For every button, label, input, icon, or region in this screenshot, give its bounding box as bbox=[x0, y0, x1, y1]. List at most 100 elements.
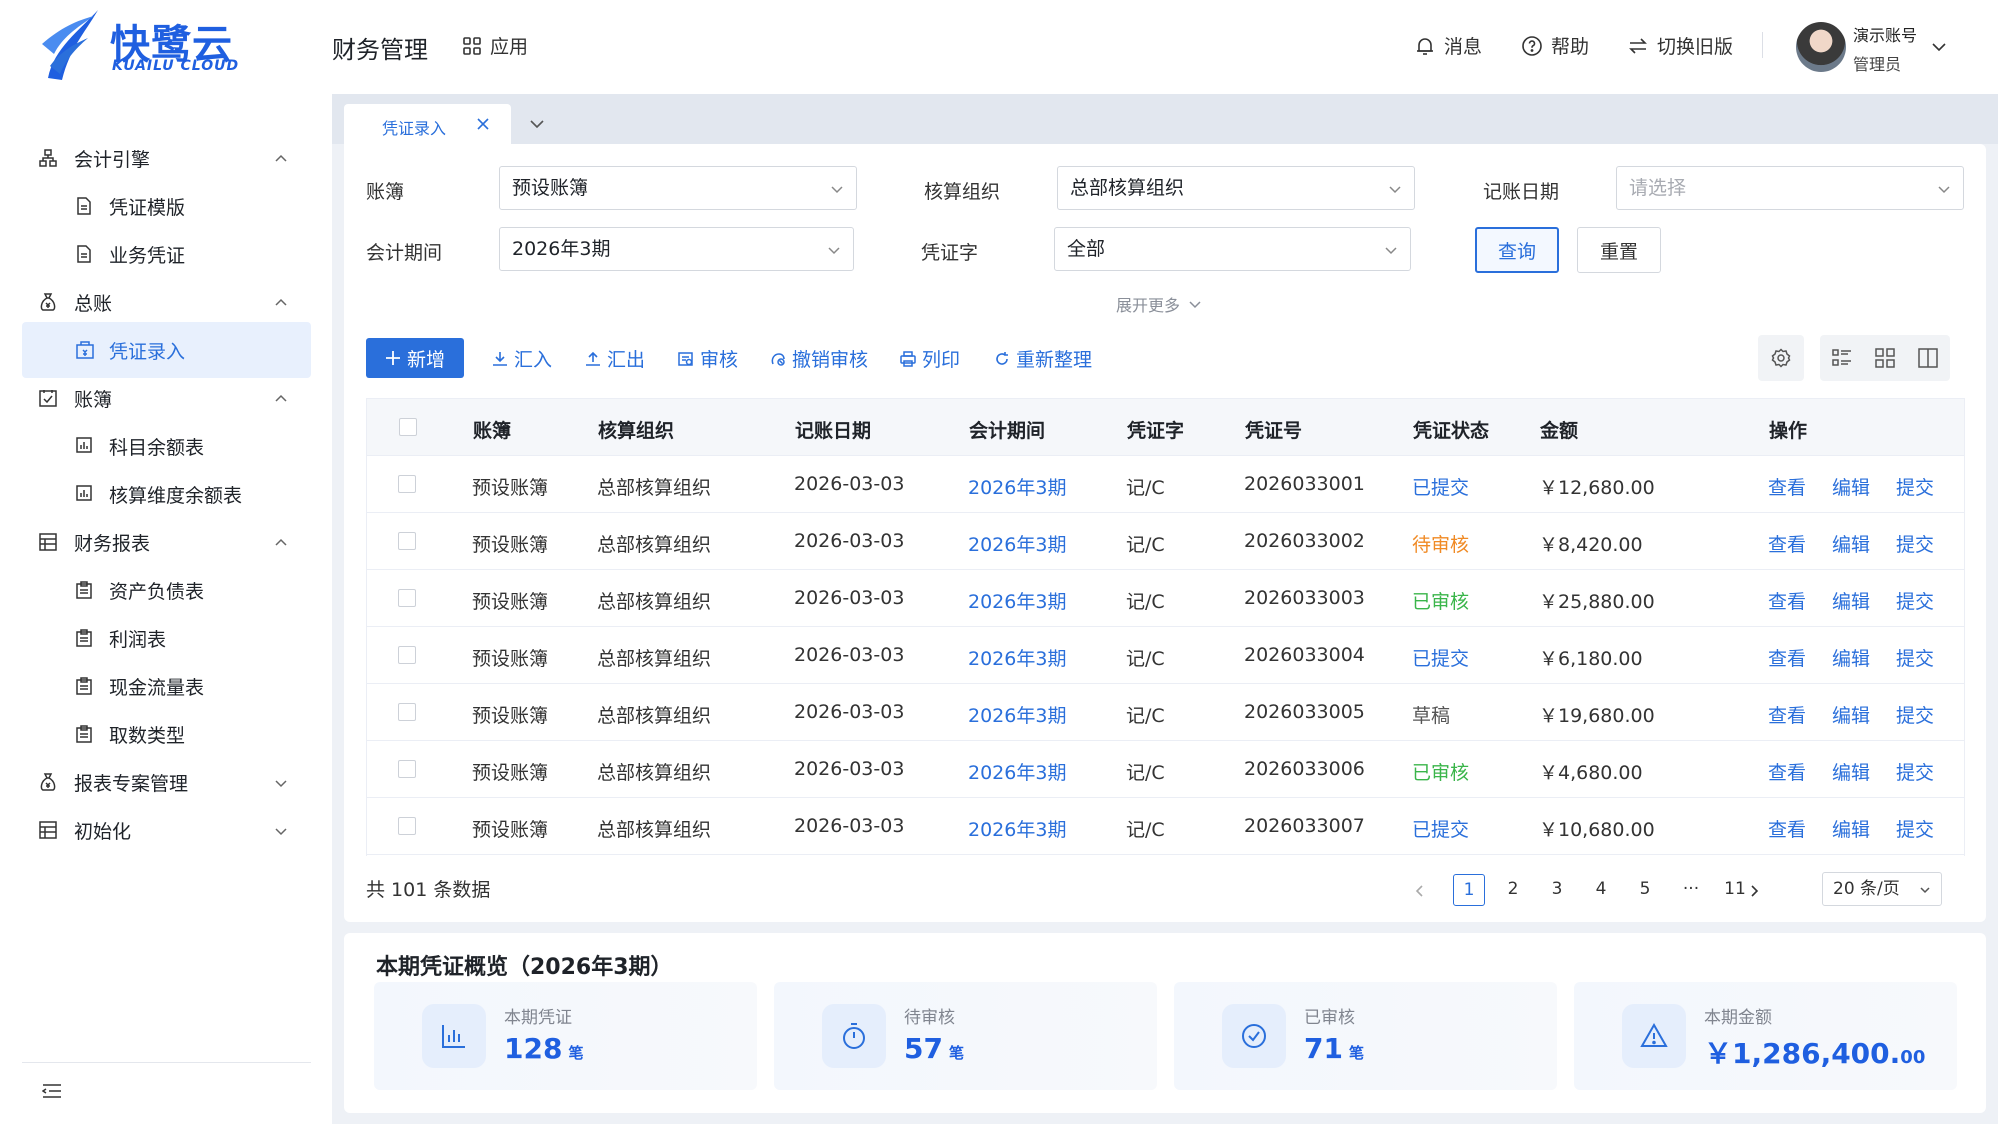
avatar[interactable] bbox=[1796, 22, 1846, 72]
sidebar-item-label: 初始化 bbox=[74, 820, 132, 843]
brand-logo[interactable]: 快鹭云 KUAILU CLOUD bbox=[40, 8, 250, 84]
cell-amount: ￥8,420.00 bbox=[1539, 534, 1643, 556]
refresh-button[interactable]: 重新整理 bbox=[994, 345, 1092, 372]
submit-link[interactable]: 提交 bbox=[1896, 473, 1934, 500]
prev-page-icon[interactable] bbox=[1414, 884, 1426, 898]
ledger-select[interactable]: 预设账簿 bbox=[499, 166, 857, 210]
page-button[interactable]: 4 bbox=[1585, 874, 1617, 906]
messages-button[interactable]: 消息 bbox=[1414, 32, 1482, 59]
page-ellipsis[interactable]: ··· bbox=[1675, 874, 1707, 906]
submit-link[interactable]: 提交 bbox=[1896, 644, 1934, 671]
chevron-down-icon[interactable] bbox=[1930, 38, 1948, 56]
table-row[interactable]: 预设账簿 总部核算组织 2026-03-03 2026年3期 记/C 2026033003… bbox=[366, 570, 1965, 627]
cell-period[interactable]: 2026年3期 bbox=[968, 758, 1066, 785]
next-page-icon[interactable] bbox=[1748, 884, 1760, 898]
page-button[interactable]: 1 bbox=[1453, 874, 1485, 906]
table-row[interactable]: 预设账簿 总部核算组织 2026-03-03 2026年3期 记/C 2026033002… bbox=[366, 513, 1965, 570]
edit-link[interactable]: 编辑 bbox=[1832, 530, 1870, 557]
period-select[interactable]: 2026年3期 bbox=[499, 227, 854, 271]
edit-link[interactable]: 编辑 bbox=[1832, 587, 1870, 614]
add-button[interactable]: 新增 bbox=[366, 338, 464, 378]
view-link[interactable]: 查看 bbox=[1768, 644, 1806, 671]
page-button[interactable]: 3 bbox=[1541, 874, 1573, 906]
table-row[interactable]: 预设账簿 总部核算组织 2026-03-03 2026年3期 记/C 2026033006… bbox=[366, 741, 1965, 798]
edit-link[interactable]: 编辑 bbox=[1832, 815, 1870, 842]
submit-link[interactable]: 提交 bbox=[1896, 530, 1934, 557]
settings-button[interactable] bbox=[1758, 335, 1804, 381]
summary-card-label: 待审核 bbox=[904, 1008, 955, 1028]
chevron-up-icon bbox=[275, 538, 287, 546]
sidebar-group-initialization[interactable]: 初始化 bbox=[22, 802, 311, 858]
grid-view-icon[interactable] bbox=[1875, 348, 1895, 368]
view-link[interactable]: 查看 bbox=[1768, 758, 1806, 785]
query-button[interactable]: 查询 bbox=[1475, 227, 1559, 273]
cell-date: 2026-03-03 bbox=[794, 473, 905, 495]
view-link[interactable]: 查看 bbox=[1768, 701, 1806, 728]
refresh-label: 重新整理 bbox=[1016, 349, 1093, 371]
page-button[interactable]: 2 bbox=[1497, 874, 1529, 906]
view-link[interactable]: 查看 bbox=[1768, 530, 1806, 557]
table-row[interactable]: 预设账簿 总部核算组织 2026-03-03 2026年3期 记/C 2026033007… bbox=[366, 798, 1965, 855]
word-select[interactable]: 全部 bbox=[1054, 227, 1411, 271]
audit-icon bbox=[678, 351, 693, 366]
table-row[interactable]: 预设账簿 总部核算组织 2026-03-03 2026年3期 记/C 2026033004… bbox=[366, 627, 1965, 684]
cell-period[interactable]: 2026年3期 bbox=[968, 530, 1066, 557]
cell-period[interactable]: 2026年3期 bbox=[968, 644, 1066, 671]
edit-link[interactable]: 编辑 bbox=[1832, 701, 1870, 728]
cell-period[interactable]: 2026年3期 bbox=[968, 473, 1066, 500]
split-view-icon[interactable] bbox=[1918, 348, 1939, 368]
page-button[interactable]: 5 bbox=[1629, 874, 1661, 906]
cell-word: 记/C bbox=[1126, 477, 1165, 499]
row-checkbox[interactable] bbox=[398, 646, 416, 664]
row-checkbox[interactable] bbox=[398, 760, 416, 778]
table-row[interactable]: 预设账簿 总部核算组织 2026-03-03 2026年3期 记/C 2026033005… bbox=[366, 684, 1965, 741]
sidebar-item-label: 报表专案管理 bbox=[74, 772, 189, 795]
submit-link[interactable]: 提交 bbox=[1896, 587, 1934, 614]
view-link[interactable]: 查看 bbox=[1768, 815, 1806, 842]
cell-period[interactable]: 2026年3期 bbox=[968, 815, 1066, 842]
chevron-down-icon[interactable] bbox=[528, 117, 546, 131]
submit-link[interactable]: 提交 bbox=[1896, 815, 1934, 842]
edit-link[interactable]: 编辑 bbox=[1832, 473, 1870, 500]
row-checkbox[interactable] bbox=[398, 475, 416, 493]
submit-link[interactable]: 提交 bbox=[1896, 758, 1934, 785]
reset-button[interactable]: 重置 bbox=[1577, 227, 1661, 273]
download-icon bbox=[493, 351, 507, 366]
edit-link[interactable]: 编辑 bbox=[1832, 644, 1870, 671]
apps-menu-button[interactable]: 应用 bbox=[462, 32, 528, 59]
view-link[interactable]: 查看 bbox=[1768, 587, 1806, 614]
audit-button[interactable]: 审核 bbox=[678, 345, 738, 372]
cell-period[interactable]: 2026年3期 bbox=[968, 587, 1066, 614]
export-button[interactable]: 汇出 bbox=[585, 345, 645, 372]
help-button[interactable]: 帮助 bbox=[1521, 32, 1589, 59]
row-checkbox[interactable] bbox=[398, 532, 416, 550]
list-view-icon[interactable] bbox=[1831, 348, 1852, 368]
check-circle-icon bbox=[1222, 1004, 1286, 1068]
submit-link[interactable]: 提交 bbox=[1896, 701, 1934, 728]
row-checkbox[interactable] bbox=[398, 589, 416, 607]
org-select[interactable]: 总部核算组织 bbox=[1057, 166, 1415, 210]
unaudit-button[interactable]: 撤销审核 bbox=[770, 345, 868, 372]
chevron-down-icon bbox=[1938, 186, 1950, 194]
tab-voucher-entry[interactable]: 凭证录入 bbox=[344, 104, 511, 144]
page-button[interactable]: 11 bbox=[1719, 874, 1751, 906]
heron-logo-icon bbox=[42, 10, 98, 80]
chevron-up-icon bbox=[275, 298, 287, 306]
row-checkbox[interactable] bbox=[398, 817, 416, 835]
col-status: 凭证状态 bbox=[1413, 420, 1490, 442]
print-button[interactable]: 列印 bbox=[900, 345, 960, 372]
row-checkbox[interactable] bbox=[398, 703, 416, 721]
select-all-checkbox[interactable] bbox=[399, 418, 417, 436]
table-row[interactable]: 预设账簿 总部核算组织 2026-03-03 2026年3期 记/C 2026033001… bbox=[366, 456, 1965, 513]
switch-old-version-button[interactable]: 切换旧版 bbox=[1627, 32, 1733, 59]
date-select[interactable]: 请选择 bbox=[1616, 166, 1964, 210]
expand-more-toggle[interactable]: 展开更多 bbox=[1116, 292, 1202, 316]
sidebar-item-label: 业务凭证 bbox=[109, 244, 186, 267]
view-link[interactable]: 查看 bbox=[1768, 473, 1806, 500]
page-size-select[interactable]: 20 条/页 bbox=[1822, 872, 1942, 906]
edit-link[interactable]: 编辑 bbox=[1832, 758, 1870, 785]
import-button[interactable]: 汇入 bbox=[492, 345, 552, 372]
close-icon[interactable] bbox=[476, 117, 490, 131]
cell-period[interactable]: 2026年3期 bbox=[968, 701, 1066, 728]
collapse-menu-icon[interactable] bbox=[42, 1083, 62, 1099]
